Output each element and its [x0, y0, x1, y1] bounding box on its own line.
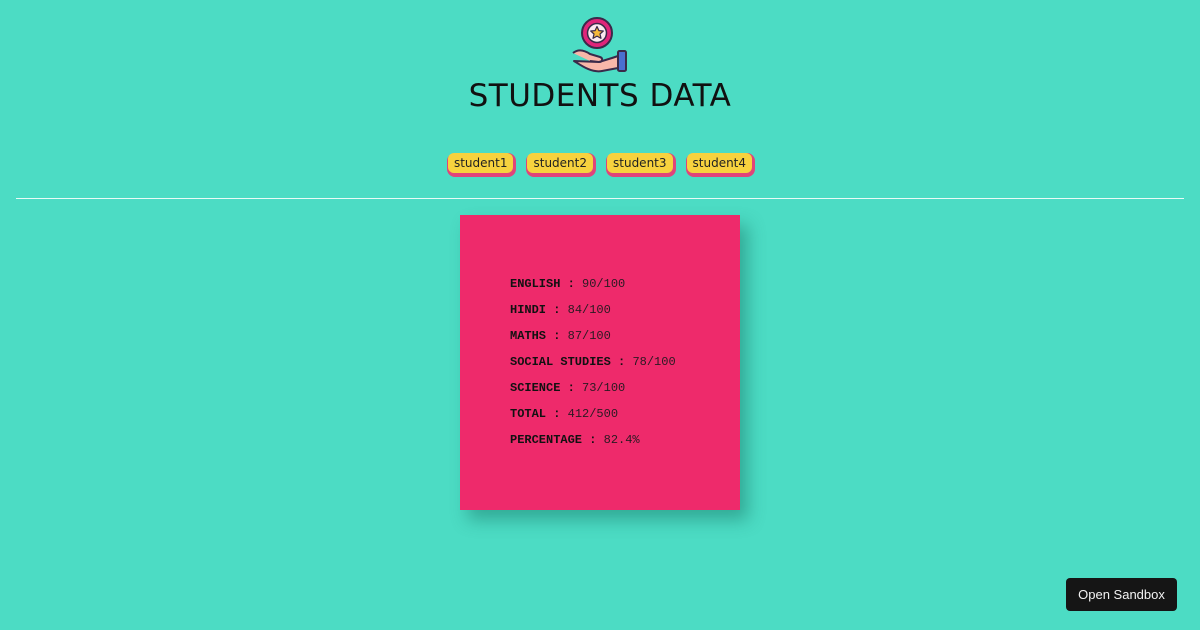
mark-row-social-studies: SOCIAL STUDIES : 78/100	[510, 353, 676, 379]
mark-subject: ENGLISH	[510, 277, 561, 291]
mark-subject: SOCIAL STUDIES	[510, 355, 611, 369]
mark-subject: MATHS	[510, 329, 547, 343]
mark-score: 90/100	[582, 277, 626, 291]
mark-score: 73/100	[582, 381, 626, 395]
mark-row-english: ENGLISH : 90/100	[510, 275, 676, 301]
mark-score: 82.4%	[603, 433, 640, 447]
divider	[16, 198, 1184, 199]
marks-list: ENGLISH : 90/100 HINDI : 84/100 MATHS : …	[510, 275, 676, 457]
page: STUDENTS DATA student1 student2 student3…	[0, 0, 1200, 630]
hand-holding-star-coin-icon	[572, 17, 627, 73]
mark-separator: :	[546, 303, 568, 317]
open-sandbox-button[interactable]: Open Sandbox	[1066, 578, 1177, 611]
mark-separator: :	[610, 355, 633, 369]
mark-score: 84/100	[567, 303, 611, 317]
mark-subject: PERCENTAGE	[510, 433, 583, 447]
mark-subject: SCIENCE	[510, 381, 561, 395]
mark-separator: :	[546, 329, 568, 343]
marks-card: ENGLISH : 90/100 HINDI : 84/100 MATHS : …	[460, 215, 740, 510]
mark-separator: :	[582, 433, 604, 447]
mark-row-hindi: HINDI : 84/100	[510, 301, 676, 327]
mark-separator: :	[560, 277, 583, 291]
page-title: STUDENTS DATA	[468, 78, 732, 114]
mark-subject: HINDI	[510, 303, 547, 317]
mark-row-maths: MATHS : 87/100	[510, 327, 676, 353]
student-nav: student1 student2 student3 student4	[0, 153, 1200, 173]
mark-score: 87/100	[567, 329, 611, 343]
mark-separator: :	[560, 381, 583, 395]
mark-separator: :	[546, 407, 568, 421]
mark-row-total: TOTAL : 412/500	[510, 405, 676, 431]
student4-button[interactable]: student4	[686, 153, 753, 173]
mark-score: 78/100	[632, 355, 676, 369]
mark-score: 412/500	[567, 407, 619, 421]
mark-row-science: SCIENCE : 73/100	[510, 379, 676, 405]
mark-row-percentage: PERCENTAGE : 82.4%	[510, 431, 676, 457]
mark-subject: TOTAL	[510, 407, 547, 421]
student1-button[interactable]: student1	[447, 153, 514, 173]
student2-button[interactable]: student2	[527, 153, 593, 173]
student3-button[interactable]: student3	[607, 153, 673, 173]
